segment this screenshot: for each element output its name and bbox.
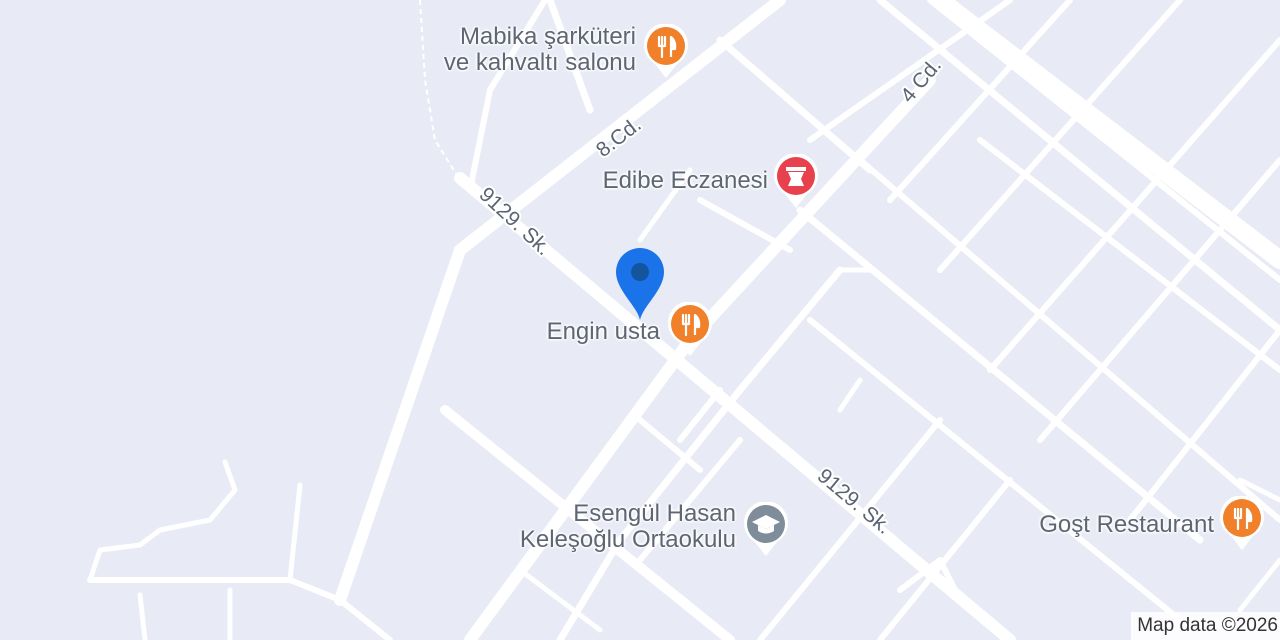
poi-label-line2: ve kahvaltı salonu: [443, 49, 636, 76]
fork-knife-icon: [1220, 496, 1264, 550]
map-attribution[interactable]: Map data ©2026: [1131, 612, 1280, 640]
street-label-9129-sk-upper: 9129. Sk.: [475, 183, 556, 260]
poi-label-line1: Engin usta: [546, 318, 660, 345]
poi-engin-usta[interactable]: Engin usta: [526, 302, 714, 358]
street-label-4-cd: 4 Cd.: [896, 54, 946, 107]
poi-edibe-eczanesi[interactable]: Edibe Eczanesi: [574, 154, 820, 210]
poi-esengul-ortaokulu[interactable]: Esengül Hasan Keleşoğlu Ortaokulu: [480, 498, 790, 558]
poi-label-line1: Mabika şarküteri: [459, 23, 636, 50]
fork-knife-icon: [644, 24, 688, 78]
fork-knife-icon: [668, 302, 712, 356]
poi-mabika-sarkuteri[interactable]: Mabika şarküteri ve kahvaltı salonu: [414, 22, 690, 82]
poi-gost-restaurant[interactable]: Goşt Restaurant: [1008, 496, 1266, 552]
graduation-cap-icon: [744, 502, 788, 556]
mortar-pestle-icon: [774, 154, 818, 208]
poi-label-line1: Goşt Restaurant: [1039, 511, 1214, 538]
poi-label-line1: Esengül Hasan: [573, 500, 736, 527]
poi-label-line1: Edibe Eczanesi: [602, 167, 768, 194]
poi-label-line2: Keleşoğlu Ortaokulu: [519, 526, 736, 553]
map-canvas[interactable]: 8.Cd. 4 Cd. 9129. Sk. 9129. Sk. Mabika ş…: [0, 0, 1280, 640]
